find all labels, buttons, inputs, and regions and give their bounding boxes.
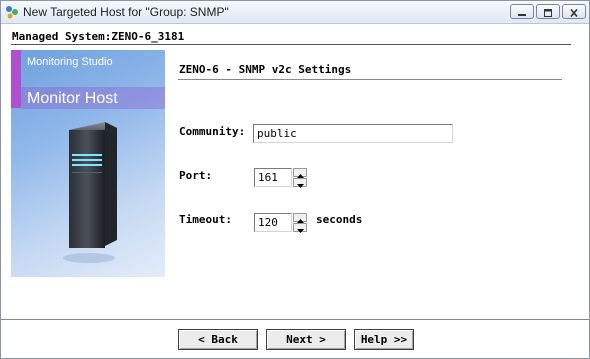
help-button[interactable]: Help >> <box>354 329 414 350</box>
minimize-button[interactable] <box>510 4 534 19</box>
title-bar[interactable]: New Targeted Host for "Group: SNMP" <box>1 1 589 24</box>
banner-heading: Monitor Host <box>27 90 118 107</box>
dialog-window: New Targeted Host for "Group: SNMP" Mana… <box>0 0 590 359</box>
server-tower-icon <box>61 122 121 276</box>
header-separator <box>11 44 571 45</box>
timeout-unit-label: seconds <box>316 213 363 226</box>
timeout-input[interactable]: 120 <box>254 213 292 232</box>
banner-product-name: Monitoring Studio <box>27 56 113 68</box>
footer-separator <box>1 319 589 320</box>
close-icon <box>569 2 579 21</box>
port-label: Port: <box>179 169 213 182</box>
settings-title: ZENO-6 - SNMP v2c Settings <box>179 63 352 76</box>
app-icon[interactable] <box>5 5 19 19</box>
community-label: Community: <box>179 125 246 138</box>
timeout-label: Timeout: <box>179 213 232 226</box>
close-button[interactable] <box>562 4 586 19</box>
arrow-down-icon <box>296 218 304 237</box>
managed-system-label: Managed System:ZENO-6_3181 <box>12 30 185 43</box>
maximize-icon <box>543 2 553 21</box>
port-decrement-button[interactable] <box>293 178 307 188</box>
timeout-decrement-button[interactable] <box>293 223 307 233</box>
maximize-button[interactable] <box>536 4 560 19</box>
wizard-banner-image: Monitoring Studio Monitor Host <box>11 50 165 277</box>
settings-separator <box>178 79 562 80</box>
window-title: New Targeted Host for "Group: SNMP" <box>23 5 229 19</box>
arrow-down-icon <box>296 173 304 192</box>
back-button[interactable]: < Back <box>178 329 258 350</box>
banner-accent-stripe <box>11 50 21 108</box>
community-input[interactable]: public <box>253 124 453 143</box>
next-button[interactable]: Next > <box>266 329 346 350</box>
timeout-spinner <box>293 213 307 233</box>
minimize-icon <box>517 2 527 21</box>
port-spinner <box>293 168 307 188</box>
port-input[interactable]: 161 <box>254 168 292 187</box>
